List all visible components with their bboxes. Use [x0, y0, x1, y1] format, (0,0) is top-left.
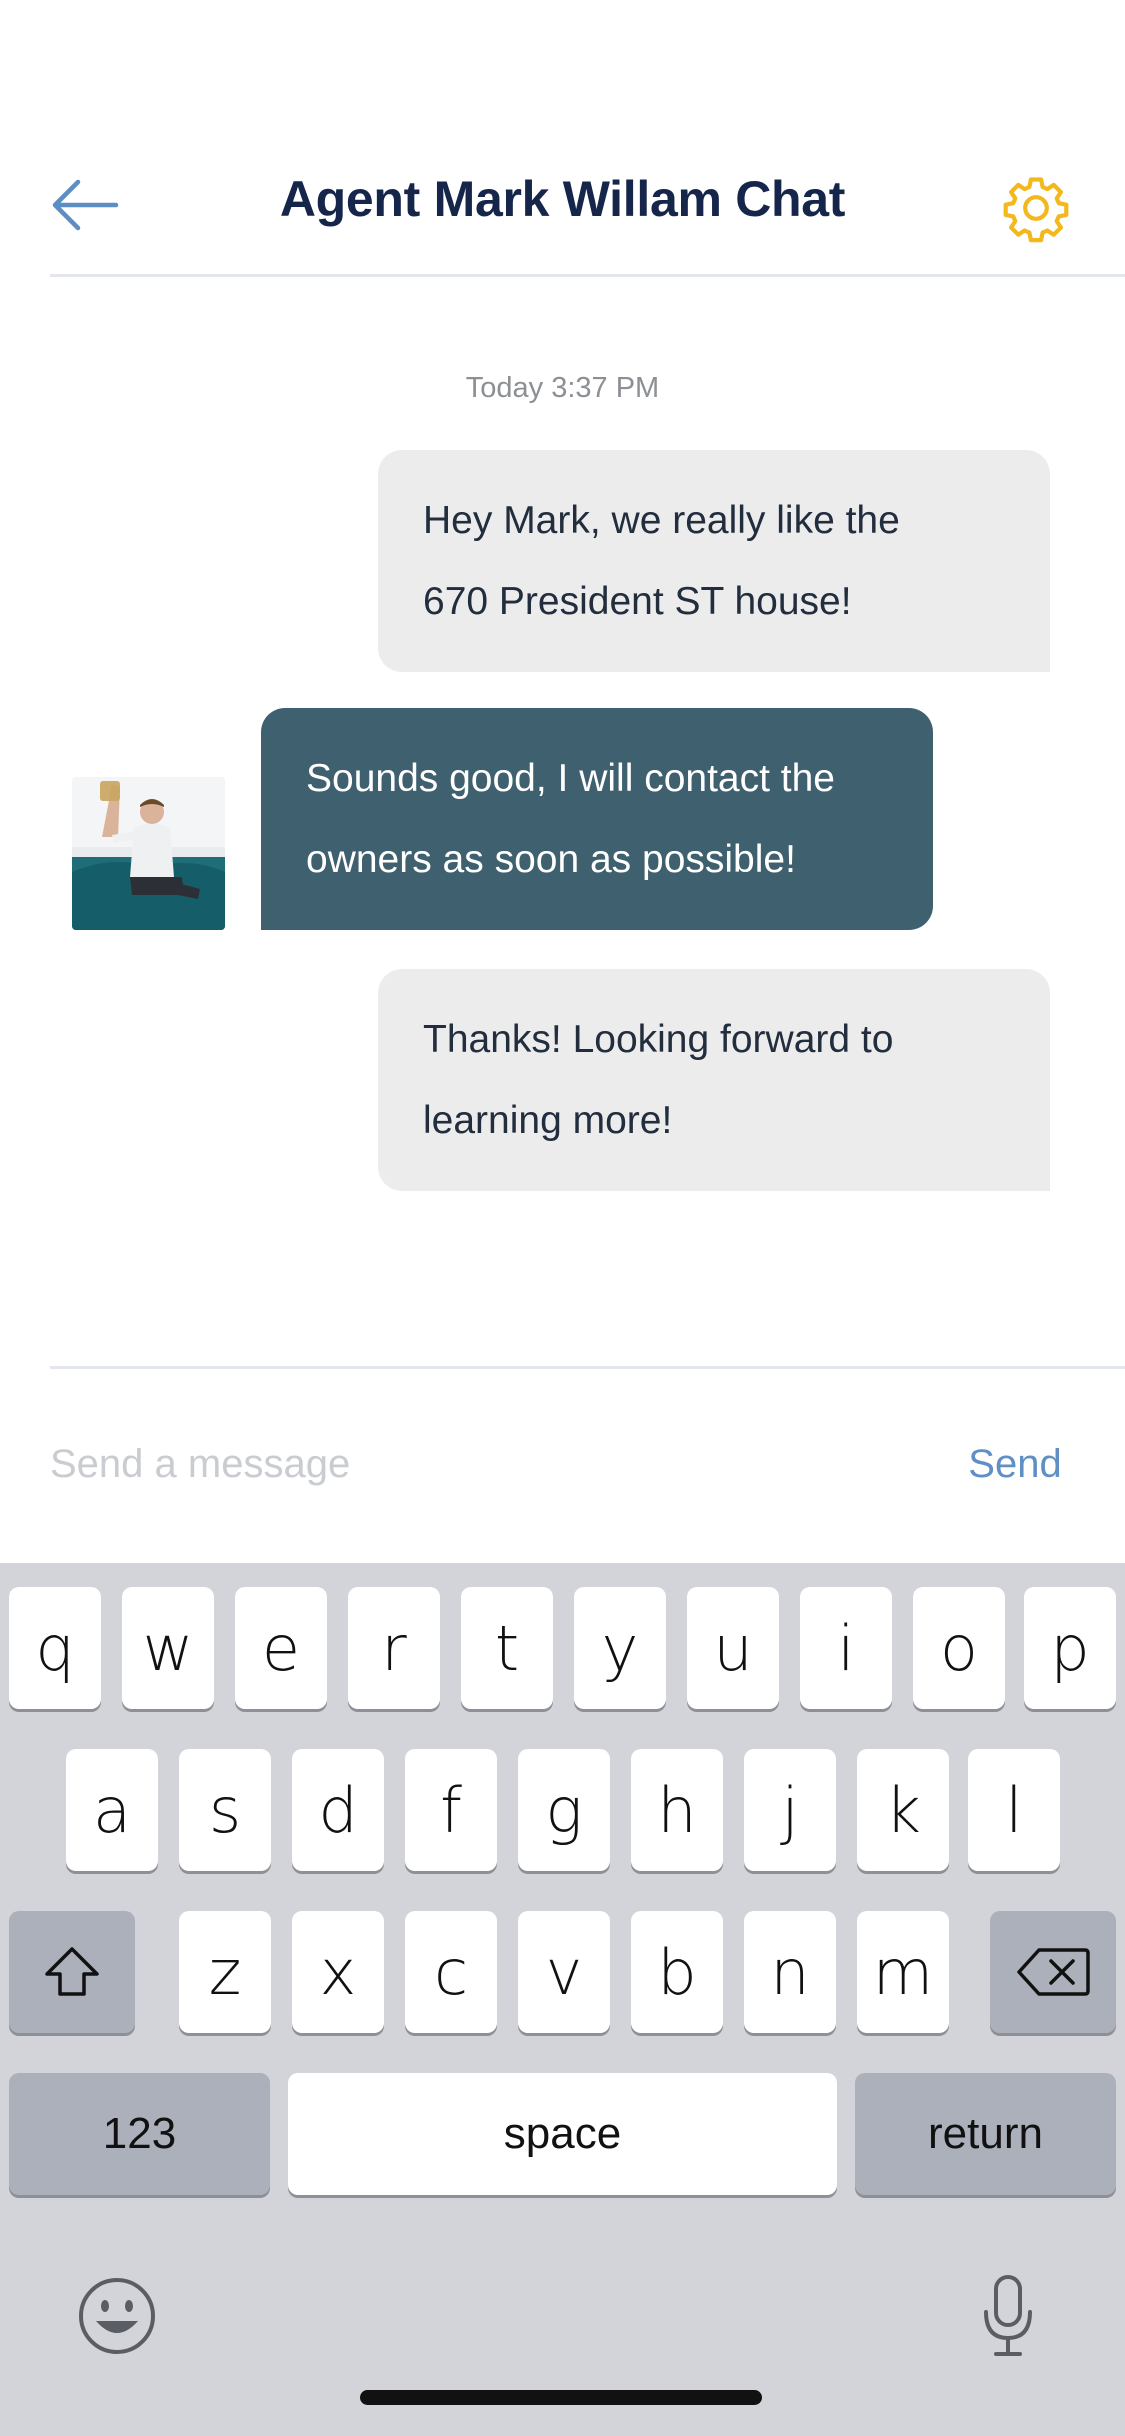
- key-a[interactable]: a: [66, 1749, 158, 1871]
- message-line: Thanks! Looking forward to: [423, 1018, 894, 1061]
- message-input[interactable]: [50, 1426, 910, 1502]
- delete-key[interactable]: [990, 1911, 1116, 2033]
- key-p[interactable]: p: [1024, 1587, 1116, 1709]
- key-u[interactable]: u: [687, 1587, 779, 1709]
- incoming-message[interactable]: Sounds good, I will contact the owners a…: [261, 708, 933, 930]
- key-t[interactable]: t: [461, 1587, 553, 1709]
- key-x[interactable]: x: [292, 1911, 384, 2033]
- key-v[interactable]: v: [518, 1911, 610, 2033]
- key-d[interactable]: d: [292, 1749, 384, 1871]
- backspace-icon: [1017, 1948, 1090, 1996]
- outgoing-message[interactable]: Thanks! Looking forward to learning more…: [378, 969, 1050, 1191]
- space-key[interactable]: space: [288, 2073, 837, 2195]
- key-w[interactable]: w: [122, 1587, 214, 1709]
- key-e[interactable]: e: [235, 1587, 327, 1709]
- key-y[interactable]: y: [574, 1587, 666, 1709]
- key-l[interactable]: l: [968, 1749, 1060, 1871]
- key-i[interactable]: i: [800, 1587, 892, 1709]
- key-h[interactable]: h: [631, 1749, 723, 1871]
- message-line: Sounds good, I will contact the: [306, 757, 835, 800]
- message-line: 670 President ST house!: [423, 580, 852, 623]
- agent-avatar[interactable]: [72, 777, 225, 930]
- settings-button[interactable]: [996, 168, 1076, 248]
- header-divider: [50, 274, 1125, 277]
- gear-icon: [1003, 177, 1069, 243]
- key-b[interactable]: b: [631, 1911, 723, 2033]
- send-button[interactable]: Send: [950, 1426, 1080, 1502]
- chat-header: Agent Mark Willam Chat: [0, 0, 1125, 280]
- emoji-button[interactable]: [72, 2271, 162, 2361]
- outgoing-message[interactable]: Hey Mark, we really like the 670 Preside…: [378, 450, 1050, 672]
- microphone-button[interactable]: [965, 2269, 1051, 2363]
- key-f[interactable]: f: [405, 1749, 497, 1871]
- key-o[interactable]: o: [913, 1587, 1005, 1709]
- key-g[interactable]: g: [518, 1749, 610, 1871]
- key-q[interactable]: q: [9, 1587, 101, 1709]
- key-c[interactable]: c: [405, 1911, 497, 2033]
- shift-icon: [45, 1947, 99, 1996]
- key-j[interactable]: j: [744, 1749, 836, 1871]
- message-line: owners as soon as possible!: [306, 838, 796, 881]
- return-key[interactable]: return: [855, 2073, 1116, 2195]
- shift-key[interactable]: [9, 1911, 135, 2033]
- key-m[interactable]: m: [857, 1911, 949, 2033]
- key-n[interactable]: n: [744, 1911, 836, 2033]
- microphone-icon: [984, 2275, 1032, 2356]
- key-r[interactable]: r: [348, 1587, 440, 1709]
- emoji-icon: [79, 2278, 155, 2354]
- key-z[interactable]: z: [179, 1911, 271, 2033]
- home-indicator[interactable]: [360, 2390, 762, 2405]
- keyboard: q w e r t y u i o p a s d f g h j k l z …: [0, 1563, 1125, 2436]
- key-s[interactable]: s: [179, 1749, 271, 1871]
- numbers-key[interactable]: 123: [9, 2073, 270, 2195]
- page-title: Agent Mark Willam Chat: [279, 171, 846, 227]
- composer-divider: [50, 1366, 1125, 1369]
- message-line: learning more!: [423, 1099, 673, 1142]
- message-line: Hey Mark, we really like the: [423, 499, 900, 542]
- key-k[interactable]: k: [857, 1749, 949, 1871]
- message-timestamp: Today 3:37 PM: [465, 372, 660, 404]
